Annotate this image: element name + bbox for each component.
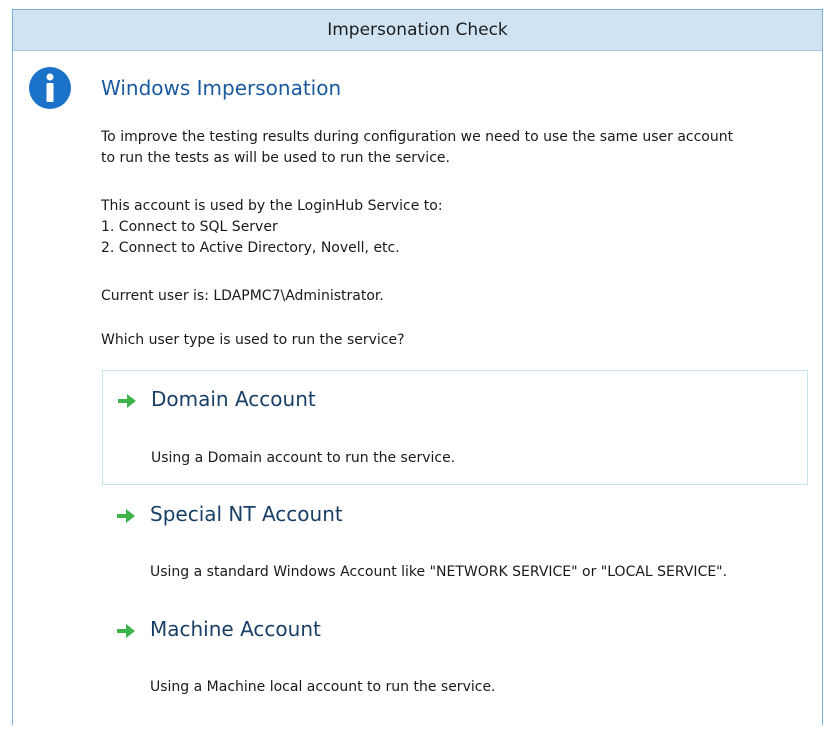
- intro-text: To improve the testing results during co…: [101, 127, 733, 169]
- section-heading: Windows Impersonation: [101, 76, 342, 100]
- option-title: Machine Account: [150, 617, 321, 641]
- green-arrow-icon: [118, 394, 136, 408]
- account-usage-text: This account is used by the LoginHub Ser…: [101, 196, 443, 259]
- impersonation-dialog: Impersonation Check Windows Impersonatio…: [12, 9, 823, 725]
- option-title: Domain Account: [151, 387, 316, 411]
- option-machine-account[interactable]: Machine Account Using a Machine local ac…: [102, 602, 808, 713]
- green-arrow-icon: [117, 624, 135, 638]
- current-user-text: Current user is: LDAPMC7\Administrator.: [101, 288, 384, 304]
- account-line-3: 2. Connect to Active Directory, Novell, …: [101, 240, 400, 256]
- option-description: Using a Domain account to run the servic…: [151, 450, 456, 466]
- green-arrow-icon: [117, 509, 135, 523]
- dialog-titlebar: Impersonation Check: [13, 10, 822, 51]
- intro-line-1: To improve the testing results during co…: [101, 129, 734, 145]
- question-text: Which user type is used to run the servi…: [101, 332, 405, 348]
- dialog-title: Impersonation Check: [327, 20, 508, 40]
- option-domain-account[interactable]: Domain Account Using a Domain account to…: [102, 370, 808, 485]
- account-line-2: 1. Connect to SQL Server: [101, 219, 278, 235]
- option-description: Using a Machine local account to run the…: [150, 679, 496, 695]
- option-title: Special NT Account: [150, 502, 343, 526]
- option-description: Using a standard Windows Account like "N…: [150, 564, 728, 580]
- account-line-1: This account is used by the LoginHub Ser…: [101, 198, 443, 214]
- option-special-nt-account[interactable]: Special NT Account Using a standard Wind…: [102, 487, 808, 598]
- info-icon: [29, 67, 71, 109]
- intro-line-2: to run the tests as will be used to run …: [101, 150, 450, 166]
